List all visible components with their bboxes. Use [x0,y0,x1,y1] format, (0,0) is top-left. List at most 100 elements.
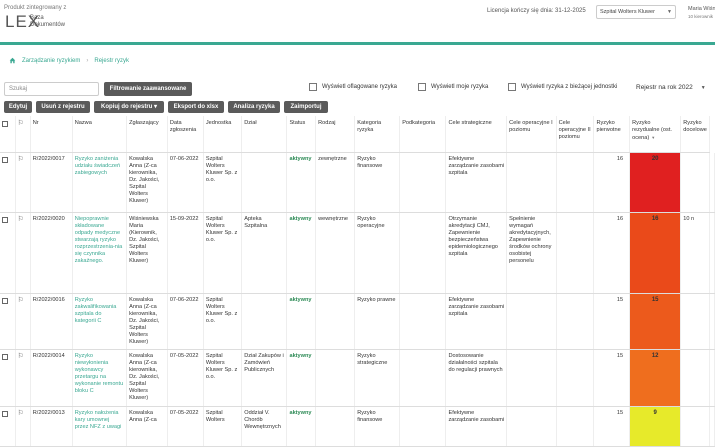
cell-name[interactable]: Ryzyko niewyłonienia wykonawcy przetargu… [72,349,128,407]
cell-target [680,152,710,213]
cell-strategic: Efektywne zarządzanie zasobami [445,406,508,447]
col-op2[interactable]: Cele operacyjne II poziomu [556,116,595,153]
cell-reporter: Wiśniewska Maria (Kierownik, Dz. Jakości… [126,212,168,294]
flag-icon[interactable]: ⚐ [18,297,24,304]
row-overflow-cell [709,406,715,447]
col-target[interactable]: Ryzyko docelowe [680,116,710,153]
col-strategic[interactable]: Cele strategiczne [445,116,508,153]
row-select-cell[interactable] [0,349,16,407]
year-select[interactable]: Rejestr na rok 2022 ▼ [636,84,706,91]
row-checkbox[interactable] [2,354,8,360]
cell-name[interactable]: Ryzyko nałożenia kary umownej przez NFZ … [72,406,128,447]
row-flag-cell[interactable]: ⚐ [15,349,31,407]
row-select-cell[interactable] [0,212,16,294]
hospital-select[interactable]: Szpital Wolters Kluwer ▼ [596,5,676,19]
product-line: Produkt zintegrowany z [4,5,67,11]
breadcrumb-risk-management[interactable]: Zarządzanie ryzykiem [22,58,80,64]
row-select-cell[interactable] [0,406,16,447]
col-date[interactable]: Data zgłoszenia [167,116,204,153]
table-row[interactable]: ⚐ R/2022/0016 Ryzyko zakwalifikowania szpi… [0,293,715,350]
table-row[interactable]: ⚐ R/2022/0020 Niepoprawnie składowane odpa… [0,212,715,294]
breadcrumb-risk-register[interactable]: Rejestr ryzyk [94,58,129,64]
col-dept[interactable]: Dział [241,116,288,153]
user-name[interactable]: Maria Wiśniewska [688,6,715,12]
remove-from-register-button[interactable]: Usuń z rejestru [36,101,90,113]
cell-date: 07-06-2022 [167,152,204,213]
col-primary[interactable]: Ryzyko pierwotne [593,116,631,153]
cell-status: aktywny [286,349,317,407]
checkbox-mine[interactable]: Wyświetl moje ryzyka [418,83,488,91]
cell-reporter: Kowalska Anna (Z-ca [126,406,168,447]
col-unit[interactable]: Jednostka [203,116,243,153]
flag-header-cell: ⚐ [15,116,31,153]
table-row[interactable]: ⚐ R/2022/0013 Ryzyko nałożenia kary umowne… [0,406,715,447]
col-kind[interactable]: Rodzaj [315,116,356,153]
row-select-cell[interactable] [0,293,16,350]
flag-icon[interactable]: ⚐ [18,353,24,360]
row-checkbox[interactable] [2,217,8,223]
cell-category: Ryzyko finansowe [354,406,401,447]
row-select-cell[interactable] [0,152,16,213]
flag-icon[interactable]: ⚐ [18,156,24,163]
import-button[interactable]: Zaimportuj [284,101,328,113]
cell-status: aktywny [286,293,317,350]
checkbox-unit[interactable]: Wyświetl ryzyka z bieżącej jednostki [508,83,617,91]
table-row[interactable]: ⚐ R/2022/0017 Ryzyko zaniżenia udziału świ… [0,152,715,213]
row-flag-cell[interactable]: ⚐ [15,152,31,213]
cell-target: 10 n [680,212,710,294]
col-subcategory[interactable]: Podkategoria [399,116,447,153]
row-flag-cell[interactable]: ⚐ [15,293,31,350]
checkbox-box[interactable] [508,83,516,91]
chevron-down-icon: ▼ [667,9,672,15]
logo-subtitle: Baza Dokumentów [30,15,66,28]
row-flag-cell[interactable]: ⚐ [15,406,31,447]
flag-icon[interactable]: ⚐ [18,410,24,417]
col-op1[interactable]: Cele operacyjne I poziomu [506,116,557,153]
cell-kind: wewnętrzne [315,212,356,294]
checkbox-box[interactable] [418,83,426,91]
col-name[interactable]: Nazwa [72,116,128,153]
cell-unit: Szpital Wolters Kluwer Sp. z o.o. [203,152,243,213]
row-checkbox[interactable] [2,298,8,304]
cell-subcategory [399,349,447,407]
row-checkbox[interactable] [2,157,8,163]
flag-icon[interactable]: ⚐ [18,216,24,223]
col-status[interactable]: Status [286,116,317,153]
sort-desc-icon[interactable]: ▼ [651,135,655,140]
home-icon[interactable] [9,57,16,64]
cell-residual: 15 [629,293,682,350]
cell-name[interactable]: Niepoprawnie składowane odpady medyczne … [72,212,128,294]
advanced-filter-button[interactable]: Filtrowanie zaawansowane [104,82,192,96]
risk-analysis-button[interactable]: Analiza ryzyka [228,101,280,113]
select-all-cell[interactable] [0,116,16,153]
checkbox-box[interactable] [309,83,317,91]
copy-to-register-button[interactable]: Kopiuj do rejestru ▾ [94,101,164,113]
checkbox-flagged[interactable]: Wyświetl oflagowane ryzyka [309,83,397,91]
cell-reporter: Kowalska Anna (Z-ca kierownika, Dz. Jako… [126,293,168,350]
table-row[interactable]: ⚐ R/2022/0014 Ryzyko niewyłonienia wykonaw… [0,349,715,407]
row-flag-cell[interactable]: ⚐ [15,212,31,294]
cell-name[interactable]: Ryzyko zakwalifikowania szpitala do kate… [72,293,128,350]
col-category[interactable]: Kategoria ryzyka [354,116,401,153]
cell-subcategory [399,152,447,213]
cell-subcategory [399,406,447,447]
edit-button[interactable]: Edytuj [4,101,32,113]
export-xlsx-button[interactable]: Eksport do xlsx [168,101,224,113]
accent-bar [0,42,715,45]
row-overflow-cell [709,212,715,294]
cell-status: aktywny [286,152,317,213]
col-residual[interactable]: Ryzyko rezydualne (ost. ocena) ▼ [629,116,682,153]
row-checkbox[interactable] [2,411,8,417]
cell-primary: 16 [593,152,631,213]
col-reporter[interactable]: Zgłaszający [126,116,168,153]
breadcrumb: Zarządzanie ryzykiem › Rejestr ryzyk [9,57,129,64]
cell-name[interactable]: Ryzyko zaniżenia udziału świadczeń zabie… [72,152,128,213]
cell-residual: 20 [629,152,682,213]
col-nr[interactable]: Nr [30,116,73,153]
cell-op2 [556,406,595,447]
cell-kind [315,406,356,447]
cell-primary: 15 [593,349,631,407]
search-input[interactable]: Szukaj [4,82,99,96]
cell-strategic: Efektywne zarządzanie zasobami szpitala [445,293,508,350]
select-all-checkbox[interactable] [2,121,8,127]
